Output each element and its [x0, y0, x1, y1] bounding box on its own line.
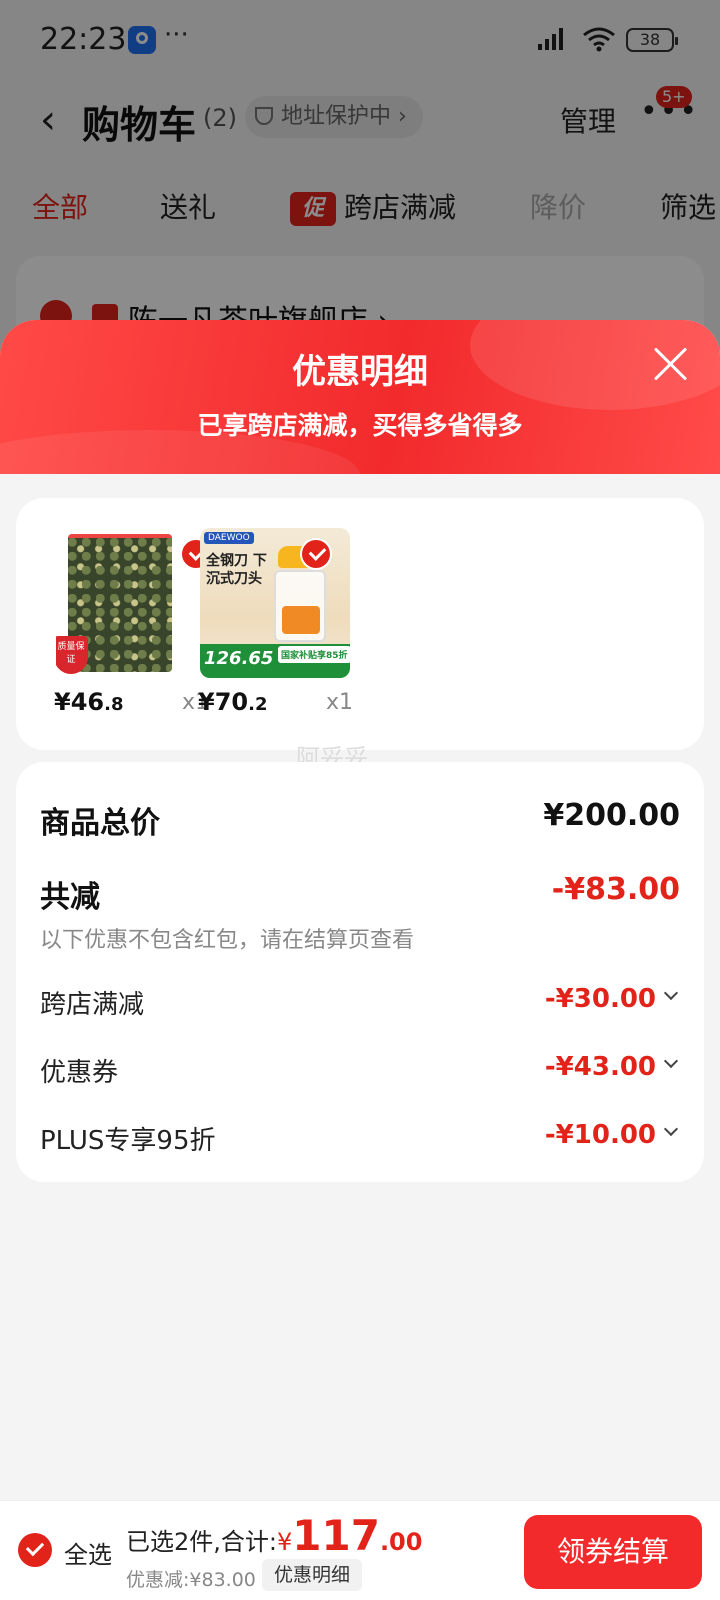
discount-amount-text: 优惠减:¥83.00 [126, 1569, 256, 1591]
sheet-title: 优惠明细 [292, 352, 428, 392]
product-price: ¥46.8 [54, 688, 124, 716]
subsidy-label: 国家补贴享85折 [278, 646, 350, 663]
discount-label: 跨店满减 [40, 990, 145, 1020]
selected-products-card: 质量保证 ¥46.8 x1 DAEWOO 全钢刀 下沉式刀头 126.65 国家… [16, 498, 704, 750]
total-amount-decimal: .00 [379, 1528, 423, 1556]
discount-label: 优惠券 [40, 1058, 119, 1088]
subsidy-price: 126.65 [204, 648, 274, 669]
sheet-subtitle: 已享跨店满减，买得多省得多 [197, 411, 523, 440]
total-price-value: ¥200.00 [543, 798, 680, 833]
total-reduction-value: -¥83.00 [551, 872, 680, 907]
discount-detail-sheet: 优惠明细 已享跨店满减，买得多省得多 质量保证 ¥46.8 x1 DAEWOO … [0, 320, 720, 1600]
product-promo-title: 全钢刀 下沉式刀头 [206, 553, 267, 587]
brand-label: DAEWOO [204, 532, 254, 544]
total-price-label: 商品总价 [40, 806, 160, 841]
total-amount-integer: 117 [292, 1511, 380, 1560]
product-quantity: x1 [326, 690, 354, 715]
selected-count-text: 已选2件,合计: [126, 1528, 277, 1556]
sheet-header: 优惠明细 已享跨店满减，买得多省得多 [0, 320, 720, 520]
checkout-button[interactable]: 领券结算 [524, 1515, 702, 1589]
select-all-label[interactable]: 全选 [64, 1535, 112, 1570]
quality-guarantee-badge: 质量保证 [56, 636, 88, 674]
discount-value: -¥43.00 [544, 1052, 656, 1082]
discount-value: -¥30.00 [544, 984, 656, 1014]
select-all-checkbox[interactable] [18, 1533, 52, 1567]
discount-note: 以下优惠不包含红包，请在结算页查看 [40, 928, 415, 953]
total-line: 已选2件,合计:¥117.00 [126, 1511, 422, 1560]
product-selected-check[interactable] [300, 538, 332, 570]
total-reduction-label: 共减 [40, 880, 100, 915]
checkout-bar: 全选 已选2件,合计:¥117.00 优惠减:¥83.00 优惠明细 领券结算 [0, 1500, 720, 1600]
subsidy-strip: 126.65 国家补贴享85折 [200, 644, 350, 678]
discount-detail-button[interactable]: 优惠明细 [262, 1559, 363, 1591]
product-price: ¥70.2 [198, 688, 268, 716]
close-button[interactable] [652, 346, 688, 382]
price-summary-card: 商品总价 ¥200.00 共减 -¥83.00 以下优惠不包含红包，请在结算页查… [16, 762, 704, 1182]
currency-symbol: ¥ [276, 1528, 293, 1556]
discount-value: -¥10.00 [544, 1120, 656, 1150]
discount-label: PLUS专享95折 [40, 1126, 216, 1156]
